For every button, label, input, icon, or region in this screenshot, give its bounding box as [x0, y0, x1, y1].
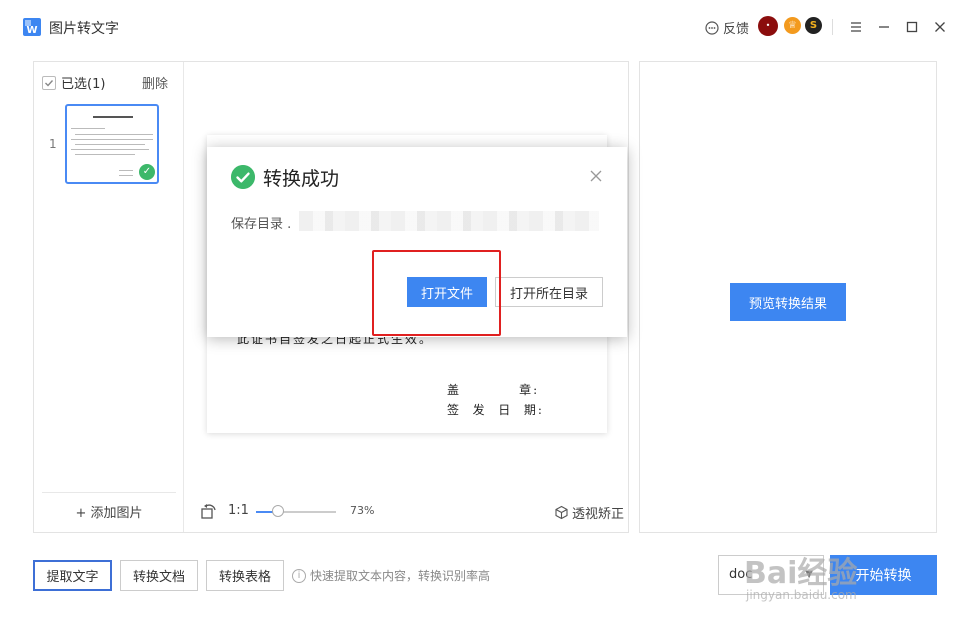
perspective-label: 透视矫正: [571, 507, 624, 522]
title-bar: W 图片转文字 反馈 • ♕ S: [0, 0, 970, 54]
preview-result-button[interactable]: 预览转换结果: [730, 283, 846, 321]
add-image-label: 添加图片: [90, 506, 143, 521]
maximize-icon[interactable]: [901, 16, 923, 38]
info-icon: i: [292, 568, 306, 583]
menu-icon[interactable]: [845, 16, 867, 38]
mode-hint-text: 快速提取文本内容，转换识别率高: [310, 569, 491, 583]
perspective-correct-button[interactable]: 透视矫正: [554, 503, 624, 522]
feedback-label: 反馈: [723, 22, 750, 37]
select-all-checkbox[interactable]: [42, 75, 56, 90]
watermark-logo: Bai经验 jingyan.baidu.com: [744, 548, 924, 608]
highlight-annotation: [372, 250, 501, 336]
actual-size-button[interactable]: 1:1: [228, 503, 249, 518]
save-dir-path-blurred: [299, 211, 599, 231]
open-folder-button[interactable]: 打开所在目录: [495, 277, 603, 307]
checkmark-icon: [45, 79, 54, 87]
chat-icon: [705, 20, 719, 35]
doc-line-stamp: 盖 章:: [447, 383, 540, 397]
zoom-slider-handle[interactable]: [271, 505, 284, 517]
convert-doc-tab[interactable]: 转换文档: [120, 560, 198, 591]
dialog-title: 转换成功: [263, 168, 340, 190]
document-w-icon: W: [23, 18, 41, 36]
extract-text-tab[interactable]: 提取文字: [33, 560, 112, 591]
success-check-icon: [231, 165, 255, 189]
close-icon[interactable]: [929, 16, 951, 38]
watermark-brand: Bai经验: [744, 556, 858, 591]
s-badge-icon[interactable]: S: [805, 17, 822, 34]
zoom-slider[interactable]: [256, 505, 336, 517]
thumbnail-column: 已选(1) 删除 1 ✓ + 添加图片: [34, 62, 184, 532]
delete-button[interactable]: 删除: [142, 73, 168, 92]
thumbnail-divider: [42, 492, 176, 493]
save-dir-label: 保存目录 .: [231, 217, 292, 232]
cube-icon: [555, 505, 568, 520]
convert-table-tab[interactable]: 转换表格: [206, 560, 284, 591]
result-panel: 预览转换结果: [639, 61, 937, 533]
select-count-label: 已选(1): [61, 77, 106, 92]
dialog-close-icon[interactable]: [589, 169, 603, 183]
minimize-icon[interactable]: [873, 16, 895, 38]
thumbnail-item[interactable]: ✓: [65, 104, 159, 184]
mode-hint: i 快速提取文本内容，转换识别率高: [292, 567, 490, 584]
app-title: 图片转文字: [49, 21, 119, 37]
rotate-icon[interactable]: [200, 502, 218, 520]
thumbnail-index: 1: [49, 137, 57, 151]
svg-text:W: W: [26, 25, 37, 36]
watermark-url: jingyan.baidu.com: [746, 588, 857, 602]
doc-line-date: 签 发 日 期:: [447, 403, 544, 417]
crown-badge-icon[interactable]: ♕: [784, 17, 801, 34]
thumbnail-selected-icon: ✓: [139, 164, 155, 180]
zoom-percent: 73%: [350, 504, 375, 517]
titlebar-divider: [832, 19, 833, 35]
feedback-button[interactable]: 反馈: [705, 18, 749, 37]
plus-icon: +: [75, 506, 87, 521]
add-image-button[interactable]: + 添加图片: [42, 502, 176, 521]
avatar[interactable]: •: [758, 16, 778, 36]
viewer-toolbar: 1:1 73% 透视矫正: [198, 499, 624, 523]
